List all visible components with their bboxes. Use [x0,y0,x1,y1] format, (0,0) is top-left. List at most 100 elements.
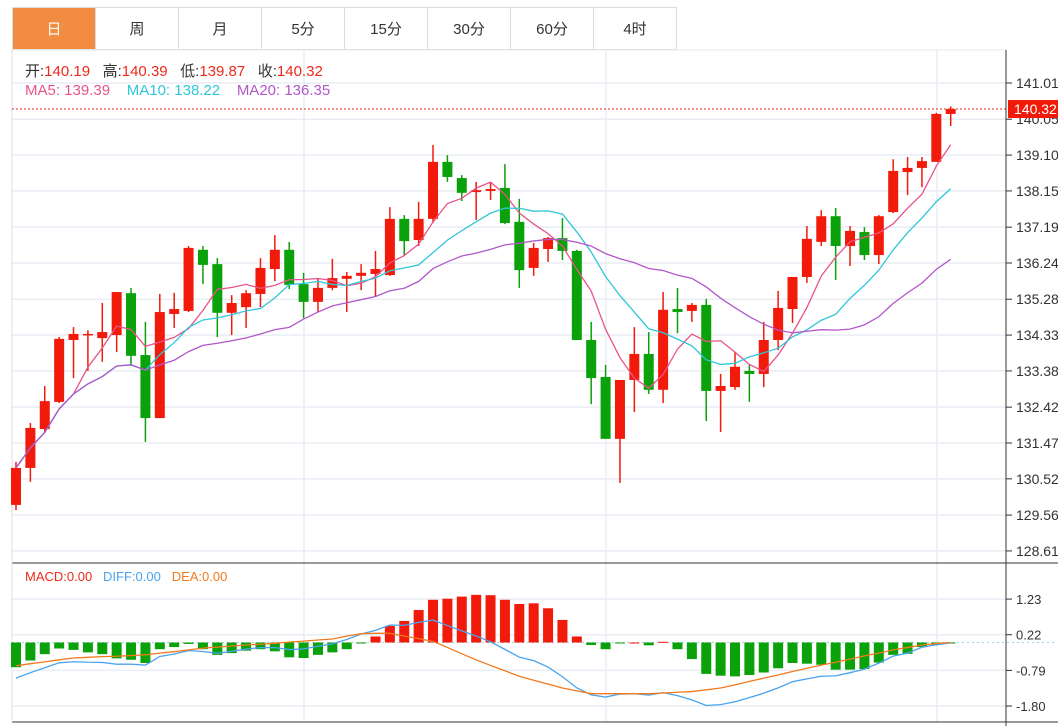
macd-y-tick-label: -1.80 [1016,699,1046,714]
candle [356,264,367,291]
candle [715,373,726,433]
candle-body [11,467,21,505]
candle [126,287,137,367]
y-tick-label: 135.28 [1016,291,1058,307]
macd-bar [730,642,740,677]
candle-body [197,249,208,265]
candle-body [499,187,510,223]
macd-y-tick-label: 1.23 [1016,592,1041,607]
y-tick-label: 136.24 [1016,255,1058,271]
candle [830,207,841,280]
candle-body [629,353,640,380]
candle-body [888,170,899,213]
macd-bar [485,595,496,643]
candle-body [341,275,352,279]
macd-y-tick-label: 0.22 [1016,628,1041,643]
candle [543,236,554,262]
macd-bar [758,642,769,673]
candle [111,292,122,353]
macd-bar [312,642,323,655]
ma-legend: MA5: 139.39 MA10: 138.22 MA20: 136.35 [25,82,330,99]
candle-body [614,379,625,439]
y-tick-label: 138.15 [1016,183,1058,199]
candle-body [269,249,280,270]
candle [140,321,151,442]
y-tick-label: 129.56 [1016,507,1058,523]
y-tick-label: 132.42 [1016,399,1058,415]
candle-body [758,339,769,374]
candle-body [126,293,137,356]
candle-body [241,293,252,308]
candle-body [399,218,410,242]
candle [183,246,194,313]
last-price-tag-label: 140.32 [1014,101,1057,117]
candle [614,379,625,483]
candle [730,352,740,390]
macd-bar [715,642,726,676]
macd-bar [686,642,697,660]
candle [341,272,352,313]
macd-bar [629,642,640,644]
macd-bar [658,641,669,643]
candle [873,215,884,265]
macd-bar [370,636,381,643]
candle-body [312,287,323,302]
y-tick-label: 137.19 [1016,219,1058,235]
y-tick-label: 141.01 [1016,75,1058,91]
y-tick-label: 134.33 [1016,327,1058,343]
candle-body [830,216,841,247]
candle [629,327,640,413]
candle-body [428,161,439,219]
candle-body [255,267,266,294]
candle-body [672,309,683,313]
kline-chart[interactable]: 141.01140.05139.10138.15137.19136.24135.… [0,0,1058,726]
macd-bar [298,642,309,659]
candle-body [931,113,942,162]
macd-bar [54,642,65,649]
candle [672,287,683,334]
macd-bar [456,596,467,643]
candle-body [715,386,726,391]
candle [586,321,597,405]
macd-bar [341,642,352,650]
candle [169,292,180,328]
candle-body [226,303,237,313]
macd-bar [528,603,539,643]
candle-body [183,247,194,311]
candle [686,303,697,322]
candle-body [600,376,611,439]
candle [197,246,208,285]
candle-body [97,332,108,339]
candle [816,210,827,247]
low-value: 139.87 [199,63,246,80]
candle [11,461,21,511]
candle [241,290,252,328]
ma10-legend: MA10: 138.22 [126,82,221,99]
ohlc-legend: 开:140.19 高:140.39 低:139.87 收:140.32 [25,60,323,81]
macd-bar [126,642,137,660]
candle [528,243,539,276]
candle [456,175,467,202]
candle-body [68,333,79,340]
candle [758,321,769,388]
candle [82,330,93,371]
y-tick-label: 139.10 [1016,147,1058,163]
candle [888,159,899,214]
candle-body [686,304,697,311]
macd-bar [68,642,79,650]
macd-bar [543,608,554,643]
diff-legend-value: DIFF:0.00 [103,569,161,584]
open-value: 140.19 [44,63,91,80]
macd-bar [614,642,625,644]
close-label: 收: [257,63,277,80]
macd-bar [499,599,510,643]
candle-body [54,338,65,402]
macd-bar [140,642,151,663]
candle [801,226,812,283]
candle [54,336,65,403]
candle-body [701,304,712,391]
candle [600,364,611,439]
macd-y-tick-label: -0.79 [1016,663,1046,678]
candle-body [859,232,870,256]
macd-bar [183,642,194,644]
